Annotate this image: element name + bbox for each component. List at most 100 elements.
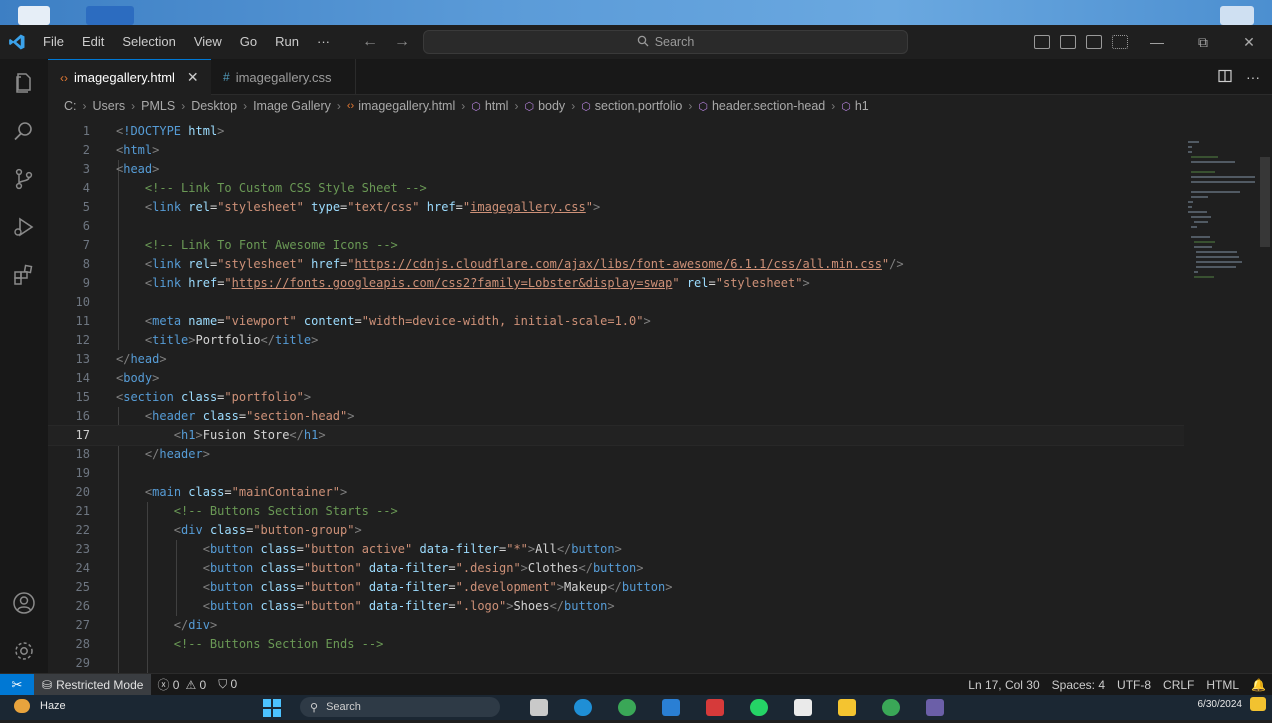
breadcrumb-item[interactable]: ⬡ body [524,99,565,113]
breadcrumb-item[interactable]: ⬡ h1 [841,99,869,113]
app-icon[interactable] [706,699,724,716]
breadcrumb-item[interactable]: C: [64,99,77,113]
breadcrumb-item[interactable]: PMLS [141,99,175,113]
breadcrumb-item[interactable]: ‹› imagegallery.html [347,99,455,113]
task-view-icon[interactable] [530,699,548,716]
menu-item[interactable]: File [34,25,73,59]
command-center-search[interactable]: Search [423,30,908,54]
weather-widget[interactable]: Haze [14,699,66,713]
search-view-icon[interactable] [12,119,36,143]
notification-icon[interactable] [1250,697,1266,711]
tab-imagegallery-css[interactable]: # imagegallery.css [211,59,356,95]
minimap-line [1188,141,1199,143]
toggle-primary-sidebar-icon[interactable] [1034,35,1050,49]
settings-gear-icon[interactable] [12,639,36,663]
close-tab-icon[interactable]: ✕ [187,69,199,86]
code-line[interactable]: 7 <!-- Link To Font Awesome Icons --> [48,236,1184,255]
language-mode[interactable]: HTML [1200,678,1245,692]
customize-layout-icon[interactable] [1112,35,1128,49]
code-line[interactable]: 26 <button class="button" data-filter=".… [48,597,1184,616]
code-line[interactable]: 19 [48,464,1184,483]
indentation[interactable]: Spaces: 4 [1046,678,1111,692]
code-line[interactable]: 22 <div class="button-group"> [48,521,1184,540]
code-line[interactable]: 25 <button class="button" data-filter=".… [48,578,1184,597]
chrome-icon[interactable] [618,699,636,716]
code-line[interactable]: 8 <link rel="stylesheet" href="https://c… [48,255,1184,274]
menu-item[interactable]: ··· [308,25,339,59]
source-control-icon[interactable] [12,167,36,191]
code-line[interactable]: 2 <html> [48,141,1184,160]
remote-indicator-icon[interactable]: ✂ [0,673,34,696]
toggle-secondary-sidebar-icon[interactable] [1086,35,1102,49]
toggle-panel-icon[interactable] [1060,35,1076,49]
code-line[interactable]: 27 </div> [48,616,1184,635]
code-line[interactable]: 28 <!-- Buttons Section Ends --> [48,635,1184,654]
code-line[interactable]: 10 [48,293,1184,312]
notifications-bell-icon[interactable]: 🔔 [1245,678,1272,692]
code-line[interactable]: 17 <h1>Fusion Store</h1> [48,425,1184,446]
menu-item[interactable]: Go [231,25,266,59]
breadcrumb-item[interactable]: ⬡ html [471,99,508,113]
start-button-icon[interactable] [262,698,282,718]
code-line[interactable]: 18 </header> [48,445,1184,464]
store-icon[interactable] [794,699,812,716]
breadcrumb-item[interactable]: ⬡ header.section-head [698,99,825,113]
restricted-mode-indicator[interactable]: ⛁ Restricted Mode [34,673,152,696]
extensions-icon[interactable] [12,263,36,287]
back-arrow-icon[interactable]: ← [362,33,378,51]
file-explorer-icon[interactable] [838,699,856,716]
code-line[interactable]: 29 [48,654,1184,673]
run-debug-icon[interactable] [12,215,36,239]
code-line[interactable]: 5 <link rel="stylesheet" type="text/css"… [48,198,1184,217]
code-line[interactable]: 15 <section class="portfolio"> [48,388,1184,407]
end-of-line[interactable]: CRLF [1157,678,1200,692]
minimize-icon[interactable]: — [1134,34,1180,50]
code-line[interactable]: 11 <meta name="viewport" content="width=… [48,312,1184,331]
code-line[interactable]: 16 <header class="section-head"> [48,407,1184,426]
encoding[interactable]: UTF-8 [1111,678,1157,692]
close-window-icon[interactable]: ✕ [1226,34,1272,51]
code-line[interactable]: 6 [48,217,1184,236]
vscode-taskbar-icon[interactable] [662,699,680,716]
code-line[interactable]: 24 <button class="button" data-filter=".… [48,559,1184,578]
menu-item[interactable]: View [185,25,231,59]
breadcrumb-item[interactable]: ⬡ section.portfolio [581,99,682,113]
code-line[interactable]: 3 <head> [48,160,1184,179]
menu-item[interactable]: Selection [113,25,184,59]
tab-imagegallery-html[interactable]: ‹› imagegallery.html ✕ [48,59,211,95]
code-line[interactable]: 14 <body> [48,369,1184,388]
accounts-icon[interactable] [12,591,36,615]
problems-errors[interactable]: ⓧ 0 [151,676,185,693]
forward-arrow-icon[interactable]: → [394,33,410,51]
code-line[interactable]: 20 <main class="mainContainer"> [48,483,1184,502]
breadcrumb-item[interactable]: Users [93,99,126,113]
editor-scrollbar[interactable] [1258,117,1272,673]
breadcrumb-item[interactable]: Image Gallery [253,99,331,113]
more-actions-icon[interactable]: ··· [1246,69,1260,85]
edge-browser-icon[interactable] [574,699,592,716]
code-line[interactable]: 21 <!-- Buttons Section Starts --> [48,502,1184,521]
scrollbar-thumb[interactable] [1260,157,1270,247]
code-line[interactable]: 12 <title>Portfolio</title> [48,331,1184,350]
date-label[interactable]: 6/30/2024 [1198,699,1243,710]
menu-item[interactable]: Edit [73,25,113,59]
restore-icon[interactable]: ⧉ [1180,34,1226,51]
taskbar-search[interactable]: ⚲ Search [300,697,500,717]
code-editor[interactable]: 1 <!DOCTYPE html> 2 <html> 3 <head> 4 <!-- Lin… [48,117,1184,673]
problems-warnings[interactable]: ⚠ 0 [185,678,212,692]
code-line[interactable]: 9 <link href="https://fonts.googleapis.c… [48,274,1184,293]
minimap[interactable] [1184,117,1258,317]
app-icon[interactable] [926,699,944,716]
code-line[interactable]: 4 <!-- Link To Custom CSS Style Sheet --… [48,179,1184,198]
explorer-icon[interactable] [12,71,36,95]
chrome-profile-icon[interactable] [882,699,900,716]
whatsapp-icon[interactable] [750,699,768,716]
split-editor-icon[interactable] [1218,69,1232,86]
code-line[interactable]: 1 <!DOCTYPE html> [48,122,1184,141]
breadcrumb-item[interactable]: Desktop [191,99,237,113]
code-line[interactable]: 13 </head> [48,350,1184,369]
cursor-position[interactable]: Ln 17, Col 30 [962,678,1045,692]
menu-item[interactable]: Run [266,25,308,59]
ports-indicator[interactable]: ⛉ 0 [212,677,243,692]
code-line[interactable]: 23 <button class="button active" data-fi… [48,540,1184,559]
